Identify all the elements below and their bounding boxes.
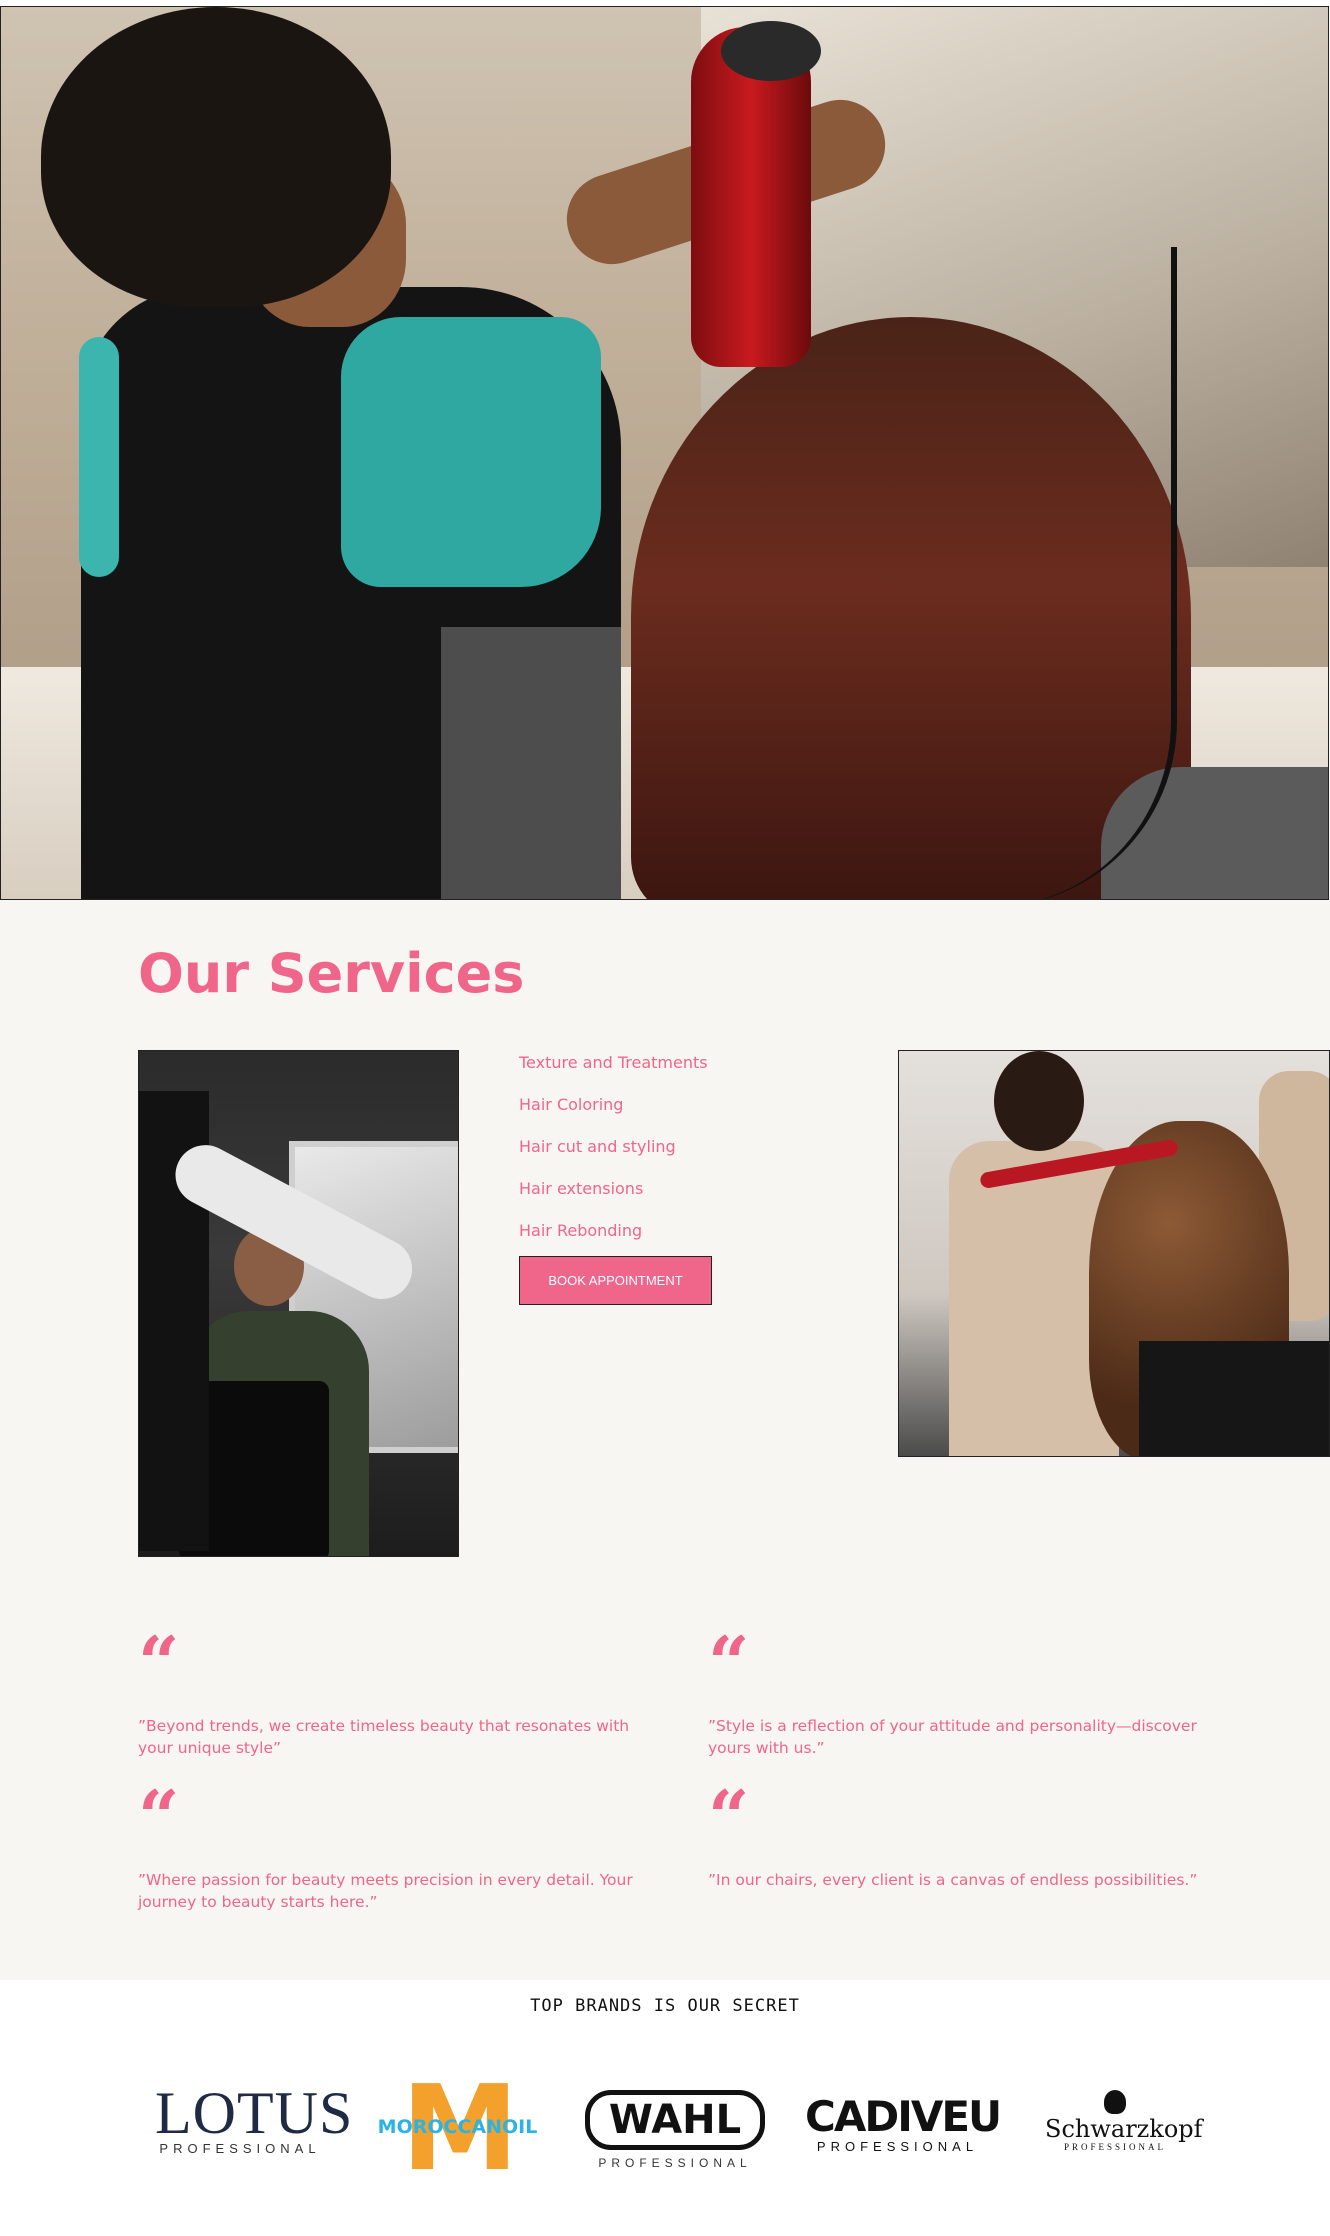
hero-hair-dryer-nozzle (721, 21, 821, 81)
testimonial-quote: “ ”Beyond trends, we create timeless bea… (138, 1620, 658, 1759)
quote-text: ”Style is a reflection of your attitude … (708, 1717, 1197, 1757)
testimonial-quote: “ ”In our chairs, every client is a canv… (708, 1774, 1268, 1891)
testimonial-quote: “ ”Style is a reflection of your attitud… (708, 1620, 1228, 1759)
service-item[interactable]: Hair extensions (519, 1176, 708, 1218)
barber-photo (138, 1050, 459, 1557)
book-appointment-button[interactable]: BOOK APPOINTMENT (519, 1256, 712, 1305)
cadiveu-logo-sub: PROFESSIONAL (816, 2139, 979, 2154)
hero-image (0, 6, 1329, 900)
service-item[interactable]: Hair Coloring (519, 1092, 708, 1134)
lotus-logo: LOTUS PROFESSIONAL (155, 2080, 354, 2156)
quote-icon: “ (138, 1620, 180, 1705)
quote-text: ”Where passion for beauty meets precisio… (138, 1871, 633, 1911)
wahl-logo-name: WAHL (585, 2090, 765, 2150)
hero-dryer-cord (991, 247, 1177, 899)
brands-title: TOP BRANDS IS OUR SECRET (530, 1996, 800, 2016)
services-section: Our Services Texture and Treatments Hair… (0, 900, 1330, 1980)
wahl-logo-sub: PROFESSIONAL (598, 2156, 752, 2170)
testimonial-quote: “ ”Where passion for beauty meets precis… (138, 1774, 658, 1913)
styling-photo-cape (1139, 1341, 1329, 1456)
schwarzkopf-logo-name: Schwarzkopf (1045, 2115, 1203, 2143)
quote-icon: “ (138, 1774, 180, 1859)
service-item[interactable]: Texture and Treatments (519, 1050, 708, 1092)
services-list: Texture and Treatments Hair Coloring Hai… (519, 1050, 708, 1260)
service-item[interactable]: Hair cut and styling (519, 1134, 708, 1176)
moroccanoil-logo: M MOROCCANOIL (370, 2069, 545, 2187)
lotus-logo-sub: PROFESSIONAL (159, 2141, 321, 2156)
schwarzkopf-logo: Schwarzkopf PROFESSIONAL (1045, 2090, 1203, 2152)
styling-photo (898, 1050, 1330, 1457)
quote-icon: “ (708, 1620, 750, 1705)
services-title: Our Services (138, 942, 525, 1005)
service-item[interactable]: Hair Rebonding (519, 1218, 708, 1260)
quote-text: ”Beyond trends, we create timeless beaut… (138, 1717, 630, 1757)
schwarzkopf-silhouette-icon (1104, 2090, 1126, 2114)
schwarzkopf-logo-sub: PROFESSIONAL (1063, 2142, 1166, 2152)
cadiveu-logo: CADIVEU PROFESSIONAL (805, 2092, 1002, 2155)
hero-stylist-head (41, 7, 391, 307)
lotus-logo-name: LOTUS (155, 2080, 354, 2146)
cadiveu-logo-name: CADIVEU (805, 2092, 1002, 2141)
wahl-logo: WAHL PROFESSIONAL (585, 2090, 765, 2170)
moroccanoil-logo-name: MOROCCANOIL (377, 2116, 538, 2138)
hero-sleeve-right (341, 317, 601, 587)
quote-icon: “ (708, 1774, 750, 1859)
hero-sleeve-left (79, 337, 119, 577)
brands-section: TOP BRANDS IS OUR SECRET LOTUS PROFESSIO… (0, 1980, 1330, 2236)
hero-apron-fold (441, 627, 621, 899)
quote-text: ”In our chairs, every client is a canvas… (708, 1871, 1198, 1889)
styling-photo-stylist-head (994, 1051, 1084, 1151)
